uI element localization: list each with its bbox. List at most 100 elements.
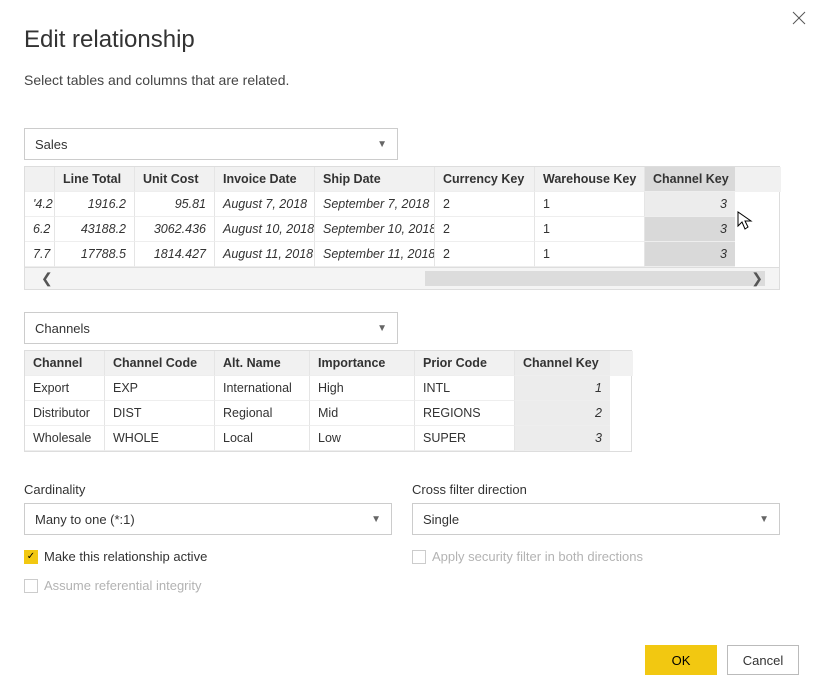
scroll-left-icon[interactable]: ❮ [41,270,53,287]
cell: 3062.436 [135,217,215,242]
cell: Local [215,426,310,451]
cell: WHOLE [105,426,215,451]
crossfilter-value: Single [423,512,459,527]
col-header-currency-key[interactable]: Currency Key [435,167,535,192]
cell: September 11, 2018 [315,242,435,267]
crossfilter-label: Cross filter direction [412,482,780,497]
cell: Export [25,376,105,401]
cell: Distributor [25,401,105,426]
cardinality-value: Many to one (*:1) [35,512,135,527]
scroll-right-icon[interactable]: ❯ [751,270,763,287]
table-row[interactable]: 7.7 17788.5 1814.427 August 11, 2018 Sep… [25,242,781,267]
col-header-channel-key[interactable]: Channel Key [645,167,735,192]
cell: September 7, 2018 [315,192,435,217]
table-row[interactable]: 6.2 43188.2 3062.436 August 10, 2018 Sep… [25,217,781,242]
col-header-prior-code[interactable]: Prior Code [415,351,515,376]
dialog-title: Edit relationship [24,26,799,54]
table1-grid: Line Total Unit Cost Invoice Date Ship D… [24,166,780,268]
cell: Regional [215,401,310,426]
make-active-label: Make this relationship active [44,549,207,564]
table1-header-row: Line Total Unit Cost Invoice Date Ship D… [25,167,781,192]
cell: 2 [515,401,610,426]
apply-security-checkbox: Apply security filter in both directions [412,549,780,564]
cell: 1 [515,376,610,401]
make-active-checkbox[interactable]: ✓ Make this relationship active [24,549,392,564]
cell: 2 [435,242,535,267]
table-row[interactable]: Distributor DIST Regional Mid REGIONS 2 [25,401,633,426]
table2-grid: Channel Channel Code Alt. Name Importanc… [24,350,632,452]
cardinality-label: Cardinality [24,482,392,497]
cell: 3 [645,217,735,242]
table1-scrollbar[interactable]: ❮ ❯ [24,268,780,290]
col-header-channel-key[interactable]: Channel Key [515,351,610,376]
cell: 3 [515,426,610,451]
cardinality-select[interactable]: Many to one (*:1) ▼ [24,503,392,535]
table-row[interactable]: Export EXP International High INTL 1 [25,376,633,401]
table2-select-value: Channels [35,321,90,336]
cell: August 7, 2018 [215,192,315,217]
cell: REGIONS [415,401,515,426]
cell: Mid [310,401,415,426]
dialog-subtitle: Select tables and columns that are relat… [24,72,799,88]
cell: '4.2 [25,192,55,217]
cell: 2 [435,217,535,242]
ok-button-label: OK [672,653,691,668]
cell: High [310,376,415,401]
cell: INTL [415,376,515,401]
cell: SUPER [415,426,515,451]
col-header-alt-name[interactable]: Alt. Name [215,351,310,376]
table-row[interactable]: Wholesale WHOLE Local Low SUPER 3 [25,426,633,451]
cell: 1 [535,242,645,267]
cell: Wholesale [25,426,105,451]
assume-integrity-label: Assume referential integrity [44,578,202,593]
apply-security-label: Apply security filter in both directions [432,549,643,564]
cell: 3 [645,192,735,217]
col-header-line-total[interactable]: Line Total [55,167,135,192]
cell: August 10, 2018 [215,217,315,242]
assume-integrity-checkbox: Assume referential integrity [24,578,392,593]
cell: 1 [535,217,645,242]
cancel-button[interactable]: Cancel [727,645,799,675]
cell: 7.7 [25,242,55,267]
table1-select[interactable]: Sales ▼ [24,128,398,160]
table1-select-value: Sales [35,137,68,152]
cell: 17788.5 [55,242,135,267]
col-header-warehouse-key[interactable]: Warehouse Key [535,167,645,192]
crossfilter-select[interactable]: Single ▼ [412,503,780,535]
ok-button[interactable]: OK [645,645,717,675]
cell: 1814.427 [135,242,215,267]
chevron-down-icon: ▼ [371,514,381,525]
cell: 1916.2 [55,192,135,217]
cell: 1 [535,192,645,217]
cell: 3 [645,242,735,267]
cell: 95.81 [135,192,215,217]
checkbox-icon [24,579,38,593]
cell: DIST [105,401,215,426]
chevron-down-icon: ▼ [377,139,387,150]
edit-relationship-dialog: Edit relationship Select tables and colu… [0,0,823,699]
check-icon: ✓ [24,550,38,564]
cell: 43188.2 [55,217,135,242]
cell: 6.2 [25,217,55,242]
cell: International [215,376,310,401]
cell: Low [310,426,415,451]
cell: 2 [435,192,535,217]
table2-header-row: Channel Channel Code Alt. Name Importanc… [25,351,633,376]
dialog-footer: OK Cancel [645,645,799,675]
table2-select[interactable]: Channels ▼ [24,312,398,344]
cell: September 10, 2018 [315,217,435,242]
chevron-down-icon: ▼ [377,323,387,334]
col-header-importance[interactable]: Importance [310,351,415,376]
col-header-unit-cost[interactable]: Unit Cost [135,167,215,192]
col-header-invoice-date[interactable]: Invoice Date [215,167,315,192]
crossfilter-group: Cross filter direction Single ▼ Apply se… [412,482,780,593]
cancel-button-label: Cancel [743,653,783,668]
cell: August 11, 2018 [215,242,315,267]
col-header-ship-date[interactable]: Ship Date [315,167,435,192]
col-header-channel[interactable]: Channel [25,351,105,376]
col-header-channel-code[interactable]: Channel Code [105,351,215,376]
close-icon[interactable] [789,8,809,28]
scroll-thumb[interactable] [425,271,765,286]
col-header[interactable] [25,167,55,192]
table-row[interactable]: '4.2 1916.2 95.81 August 7, 2018 Septemb… [25,192,781,217]
